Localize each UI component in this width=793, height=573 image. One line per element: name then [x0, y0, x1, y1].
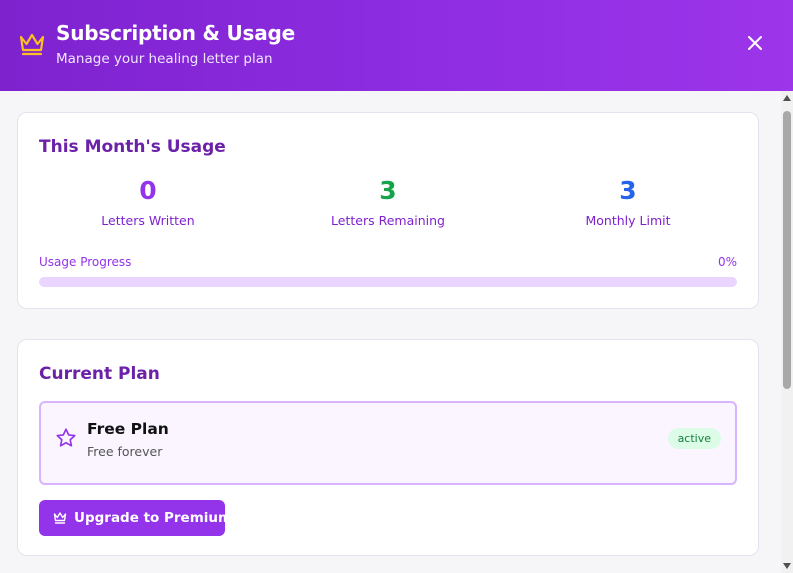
plan-name: Free Plan [87, 420, 169, 438]
close-icon[interactable] [744, 32, 766, 54]
plan-box: Free Plan Free forever active [39, 401, 737, 485]
progress-percent: 0% [717, 255, 737, 269]
usage-card: This Month's Usage 0 Letters Written 3 L… [17, 112, 759, 309]
current-plan-card: Current Plan Free Plan Free forever acti… [17, 339, 759, 556]
stat-letters-remaining: 3 Letters Remaining [288, 176, 488, 228]
modal-content: This Month's Usage 0 Letters Written 3 L… [0, 91, 781, 573]
progress-label: Usage Progress [39, 255, 132, 269]
scrollbar[interactable] [781, 91, 793, 573]
subscription-modal: Subscription & Usage Manage your healing… [0, 0, 793, 573]
stat-label: Letters Written [101, 213, 195, 228]
stat-value: 3 [379, 176, 397, 205]
scroll-thumb[interactable] [783, 111, 791, 389]
plan-description: Free forever [87, 444, 163, 459]
stat-label: Monthly Limit [585, 213, 671, 228]
plan-card-title: Current Plan [39, 364, 160, 384]
crown-icon [53, 512, 67, 524]
usage-progress-bar [39, 277, 737, 287]
stat-monthly-limit: 3 Monthly Limit [528, 176, 728, 228]
modal-subtitle: Manage your healing letter plan [56, 51, 273, 67]
scroll-down-arrow-icon[interactable] [783, 563, 791, 569]
modal-header: Subscription & Usage Manage your healing… [0, 0, 793, 91]
upgrade-button-label: Upgrade to Premium [74, 510, 233, 526]
status-badge: active [667, 428, 721, 449]
stat-value: 3 [619, 176, 637, 205]
crown-icon [19, 33, 45, 56]
star-icon [56, 428, 76, 447]
modal-title: Subscription & Usage [56, 21, 296, 45]
upgrade-button[interactable]: Upgrade to Premium [39, 500, 232, 536]
stat-label: Letters Remaining [331, 213, 445, 228]
usage-card-title: This Month's Usage [39, 137, 226, 157]
stat-letters-written: 0 Letters Written [48, 176, 248, 228]
scroll-up-arrow-icon[interactable] [783, 95, 791, 101]
stat-value: 0 [139, 176, 157, 205]
